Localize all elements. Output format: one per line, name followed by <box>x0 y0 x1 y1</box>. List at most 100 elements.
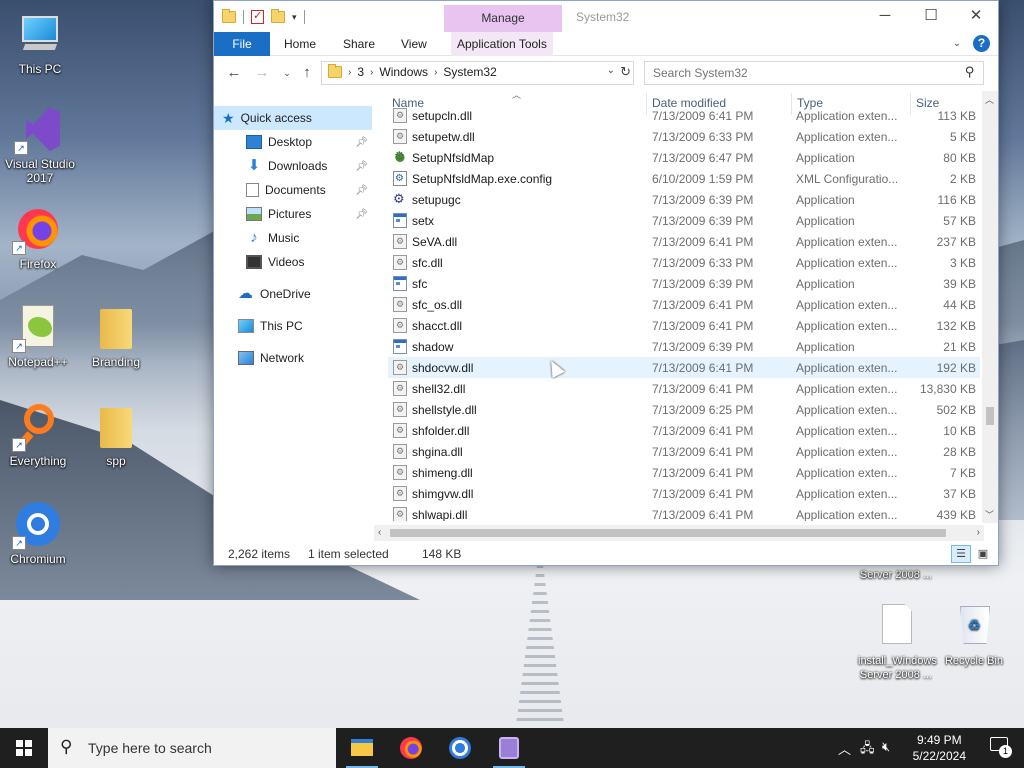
desktop-icon-visual-studio[interactable]: ↗ Visual Studio 2017 <box>2 105 78 185</box>
breadcrumb-item[interactable]: Windows <box>379 65 428 79</box>
vertical-scroll-thumb[interactable] <box>986 407 994 425</box>
nav-item-documents[interactable]: Documents 📌︎ <box>214 178 372 202</box>
vertical-scrollbar[interactable]: ︿ ﹀ <box>982 91 998 523</box>
scroll-down-icon[interactable]: ﹀ <box>985 508 994 521</box>
file-row[interactable]: setupcln.dll 7/13/2009 6:41 PM Application… <box>388 105 980 126</box>
maximize-button[interactable]: ☐ <box>908 1 954 32</box>
file-row[interactable]: sfc 7/13/2009 6:39 PM Application 39 KB <box>388 273 980 294</box>
file-row[interactable]: shacct.dll 7/13/2009 6:41 PM Application e… <box>388 315 980 336</box>
notification-center-icon[interactable]: 1 <box>990 737 1012 758</box>
tab-home[interactable]: Home <box>284 32 316 56</box>
nav-item-this-pc[interactable]: This PC <box>214 314 372 338</box>
file-row[interactable]: shdocvw.dll 7/13/2009 6:41 PM Application … <box>388 357 980 378</box>
scroll-up-icon[interactable]: ︿ <box>985 93 994 106</box>
desktop-icon-this-pc[interactable]: This PC <box>2 10 78 76</box>
file-row[interactable]: sfc_os.dll 7/13/2009 6:41 PM Application e… <box>388 294 980 315</box>
desktop-icon-firefox[interactable]: ↗ Firefox <box>0 205 76 271</box>
desktop-icon-recycle-bin[interactable]: ♻ Recycle Bin <box>936 602 1012 668</box>
file-row[interactable]: shfolder.dll 7/13/2009 6:41 PM Application… <box>388 420 980 441</box>
taskbar-firefox[interactable] <box>387 728 435 768</box>
nav-item-network[interactable]: Network <box>214 346 372 370</box>
recent-locations-icon[interactable]: ⌄ <box>277 64 297 82</box>
nav-item-downloads[interactable]: ⬇ Downloads 📌︎ <box>214 154 372 178</box>
tab-file[interactable]: File <box>214 32 270 56</box>
horizontal-scrollbar[interactable]: ‹ › <box>374 525 984 541</box>
file-explorer-window[interactable]: ▾ Manage System32 ─ ☐ ✕ File Home Share … <box>213 0 999 566</box>
taskbar-file-explorer[interactable] <box>338 728 386 768</box>
pin-icon[interactable]: 📌︎ <box>355 185 368 196</box>
network-icon[interactable]: 🖧︎ <box>860 739 875 761</box>
file-row[interactable]: shimgvw.dll 7/13/2009 6:41 PM Application … <box>388 483 980 504</box>
desktop-icon-chromium[interactable]: ↗ Chromium <box>0 500 76 566</box>
file-row[interactable]: shgina.dll 7/13/2009 6:41 PM Application e… <box>388 441 980 462</box>
help-icon[interactable]: ? <box>973 35 990 52</box>
file-row[interactable]: sfc.dll 7/13/2009 6:33 PM Application exte… <box>388 252 980 273</box>
file-row[interactable]: shadow 7/13/2009 6:39 PM Application 21 KB <box>388 336 980 357</box>
file-row[interactable]: shlwapi.dll 7/13/2009 6:41 PM Application … <box>388 504 980 521</box>
search-input[interactable] <box>653 66 953 80</box>
show-hidden-icons-icon[interactable]: ︿ <box>838 739 851 758</box>
desktop-icon-install-windows-server[interactable]: install_Windows Server 2008 ... <box>858 602 937 682</box>
breadcrumb-item[interactable]: System32 <box>443 65 496 79</box>
up-arrow-icon[interactable]: ↑ <box>297 64 317 82</box>
horizontal-scroll-thumb[interactable] <box>390 529 946 537</box>
desktop-icon-notepad-plus-plus[interactable]: ↗ Notepad++ <box>0 303 76 369</box>
taskbar-chromium[interactable] <box>436 728 484 768</box>
details-view-icon[interactable]: ☰ <box>951 545 971 563</box>
taskbar-app[interactable] <box>485 728 533 768</box>
forward-arrow-icon[interactable]: → <box>252 64 272 82</box>
file-row[interactable]: SetupNfsldMap 7/13/2009 6:47 PM Applicatio… <box>388 147 980 168</box>
file-row[interactable]: setupetw.dll 7/13/2009 6:33 PM Application… <box>388 126 980 147</box>
properties-icon[interactable] <box>251 9 264 24</box>
tab-view[interactable]: View <box>401 32 427 56</box>
scroll-right-icon[interactable]: › <box>977 527 980 538</box>
tab-application-tools[interactable]: Application Tools <box>451 32 553 56</box>
clock[interactable]: 9:49 PM 5/22/2024 <box>913 732 966 764</box>
breadcrumb-item[interactable]: 3 <box>357 65 364 79</box>
pin-icon[interactable]: 📌︎ <box>355 161 368 172</box>
nav-item-pictures[interactable]: Pictures 📌︎ <box>214 202 372 226</box>
back-arrow-icon[interactable]: ← <box>224 64 244 82</box>
nav-item-videos[interactable]: Videos <box>214 250 372 274</box>
taskbar-search-box[interactable]: ⚲ Type here to search <box>48 728 336 768</box>
customize-toolbar-icon[interactable]: ▾ <box>292 12 297 23</box>
nav-item-music[interactable]: ♪ Music <box>214 226 372 250</box>
desktop-icon-everything[interactable]: ↗ Everything <box>0 402 76 468</box>
refresh-icon[interactable]: ↻ <box>620 64 631 80</box>
breadcrumb-chevron-icon[interactable]: › <box>434 67 437 78</box>
dll-icon <box>393 318 407 333</box>
desktop-icon-server-partial[interactable]: Server 2008 ... <box>858 568 934 582</box>
minimize-button[interactable]: ─ <box>862 1 908 32</box>
nav-item-quick-access[interactable]: ★ Quick access <box>214 106 372 130</box>
nav-label: Downloads <box>268 159 328 173</box>
tab-share[interactable]: Share <box>343 32 375 56</box>
search-icon[interactable]: ⚲ <box>965 64 975 80</box>
address-bar[interactable]: › 3 › Windows › System32 ⌄ ↻ <box>321 61 634 85</box>
new-folder-icon[interactable] <box>271 9 285 23</box>
nav-item-desktop[interactable]: Desktop 📌︎ <box>214 130 372 154</box>
file-row[interactable]: shimeng.dll 7/13/2009 6:41 PM Application … <box>388 462 980 483</box>
breadcrumb-chevron-icon[interactable]: › <box>348 67 351 78</box>
file-row[interactable]: setx 7/13/2009 6:39 PM Application 57 KB <box>388 210 980 231</box>
title-bar[interactable]: ▾ Manage System32 ─ ☐ ✕ <box>214 1 998 32</box>
desktop-icon-spp[interactable]: spp <box>78 402 154 468</box>
close-button[interactable]: ✕ <box>953 1 999 32</box>
file-row[interactable]: shellstyle.dll 7/13/2009 6:25 PM Applicati… <box>388 399 980 420</box>
nav-item-onedrive[interactable]: ☁ OneDrive <box>214 282 372 306</box>
file-row[interactable]: setupugc 7/13/2009 6:39 PM Application 116 … <box>388 189 980 210</box>
desktop-icon-branding[interactable]: Branding <box>78 303 154 369</box>
file-row[interactable]: SetupNfsldMap.exe.config 6/10/2009 1:59 P… <box>388 168 980 189</box>
large-icons-view-icon[interactable]: ▣ <box>973 545 993 563</box>
scroll-left-icon[interactable]: ‹ <box>378 527 381 538</box>
search-box[interactable]: ⚲ <box>644 61 984 85</box>
start-button[interactable] <box>0 728 48 768</box>
file-row[interactable]: shell32.dll 7/13/2009 6:41 PM Application … <box>388 378 980 399</box>
breadcrumb-chevron-icon[interactable]: › <box>370 67 373 78</box>
address-dropdown-icon[interactable]: ⌄ <box>607 65 615 76</box>
tab-manage[interactable]: Manage <box>444 5 562 32</box>
volume-muted-icon[interactable]: 🔇︎ <box>882 739 890 755</box>
pin-icon[interactable]: 📌︎ <box>355 137 368 148</box>
pin-icon[interactable]: 📌︎ <box>355 209 368 220</box>
file-row[interactable]: SeVA.dll 7/13/2009 6:41 PM Application ext… <box>388 231 980 252</box>
expand-ribbon-icon[interactable]: ⌄ <box>953 38 961 49</box>
